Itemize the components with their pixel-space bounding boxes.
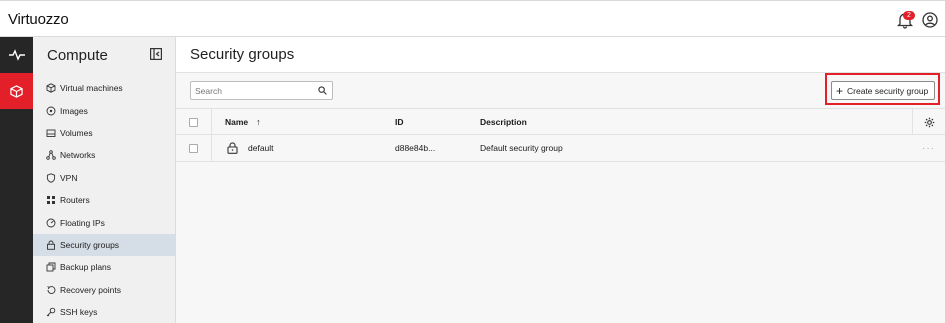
monitoring-icon: [8, 49, 25, 61]
app-logo[interactable]: Virtuozzo: [8, 11, 69, 28]
toolbar: + Create security group: [176, 73, 945, 108]
copy-icon: [46, 262, 56, 272]
lock-icon: [47, 240, 55, 250]
sidebar-item-floating-ips[interactable]: Floating IPs: [33, 211, 175, 233]
collapse-sidebar-icon[interactable]: [150, 48, 162, 60]
gauge-icon: [46, 218, 56, 227]
table-header: Name ↑ ID Description: [176, 108, 945, 135]
row-name[interactable]: default: [248, 143, 274, 153]
sidebar-item-label: Routers: [60, 195, 90, 206]
sidebar-item-label: Virtual machines: [60, 83, 123, 94]
disc-icon: [46, 106, 56, 116]
sort-ascending-icon[interactable]: ↑: [256, 117, 261, 127]
sidebar-item-label: VPN: [60, 172, 78, 183]
page-header: Security groups: [176, 37, 945, 73]
sidebar-item-ssh-keys[interactable]: SSH keys: [33, 301, 175, 323]
sidebar-item-label: Recovery points: [60, 284, 121, 295]
sidebar-item-volumes[interactable]: Volumes: [33, 122, 175, 144]
row-checkbox[interactable]: [189, 143, 198, 153]
sidebar-item-label: Security groups: [60, 239, 120, 250]
column-header-name[interactable]: Name ↑: [225, 109, 261, 135]
column-header-description[interactable]: Description: [480, 109, 527, 135]
user-account-icon[interactable]: [922, 12, 938, 28]
page-title: Security groups: [190, 46, 295, 63]
compute-cube-icon: [10, 84, 23, 98]
sidebar-item-label: SSH keys: [60, 307, 98, 318]
search-input[interactable]: [190, 81, 333, 100]
select-all-checkbox[interactable]: [189, 117, 198, 127]
notification-badge: 2: [903, 11, 915, 20]
gear-icon[interactable]: [924, 117, 935, 128]
row-description: Default security group: [480, 143, 563, 153]
search-icon[interactable]: [318, 86, 327, 95]
sidebar-item-vpn[interactable]: VPN: [33, 167, 175, 189]
recovery-icon: [47, 285, 56, 294]
sidebar-item-routers[interactable]: Routers: [33, 189, 175, 211]
row-id: d88e84b...: [395, 143, 436, 153]
rail-compute-item[interactable]: [0, 73, 33, 109]
top-bar: Virtuozzo 2: [0, 0, 945, 37]
create-button-label: Create security group: [847, 85, 929, 96]
sidebar-item-label: Backup plans: [60, 262, 112, 273]
router-icon: [47, 196, 55, 205]
table-row[interactable]: default d88e84b... Default security grou…: [176, 135, 945, 162]
sidebar: Compute Virtual machines Images Volumes …: [33, 37, 176, 323]
network-icon: [46, 150, 56, 161]
sidebar-item-security-groups[interactable]: Security groups: [33, 233, 175, 257]
lock-icon: [227, 142, 238, 154]
security-groups-table: Name ↑ ID Description default d88e84b...…: [176, 108, 945, 162]
key-icon: [46, 307, 56, 317]
row-actions-menu-icon[interactable]: ···: [922, 143, 935, 154]
drive-icon: [46, 129, 56, 137]
rail-monitoring-item[interactable]: [0, 37, 33, 73]
sidebar-item-backup-plans[interactable]: Backup plans: [33, 256, 175, 278]
main-content: Security groups + Create security group …: [176, 37, 945, 323]
sidebar-item-label: Images: [60, 105, 88, 116]
sidebar-nav: Virtual machines Images Volumes Networks…: [33, 77, 175, 323]
sidebar-item-recovery-points[interactable]: Recovery points: [33, 279, 175, 301]
plus-icon: +: [836, 83, 844, 98]
cube-icon: [46, 83, 56, 93]
sidebar-item-label: Networks: [60, 150, 96, 161]
sidebar-item-label: Floating IPs: [60, 217, 105, 228]
sidebar-item-images[interactable]: Images: [33, 99, 175, 121]
create-security-group-button[interactable]: + Create security group: [831, 81, 935, 100]
sidebar-title: Compute: [47, 47, 108, 64]
sidebar-item-virtual-machines[interactable]: Virtual machines: [33, 77, 175, 99]
shield-icon: [46, 173, 56, 183]
column-header-id[interactable]: ID: [395, 109, 404, 135]
sidebar-item-label: Volumes: [60, 127, 93, 138]
sidebar-item-networks[interactable]: Networks: [33, 144, 175, 166]
icon-rail: [0, 37, 33, 323]
